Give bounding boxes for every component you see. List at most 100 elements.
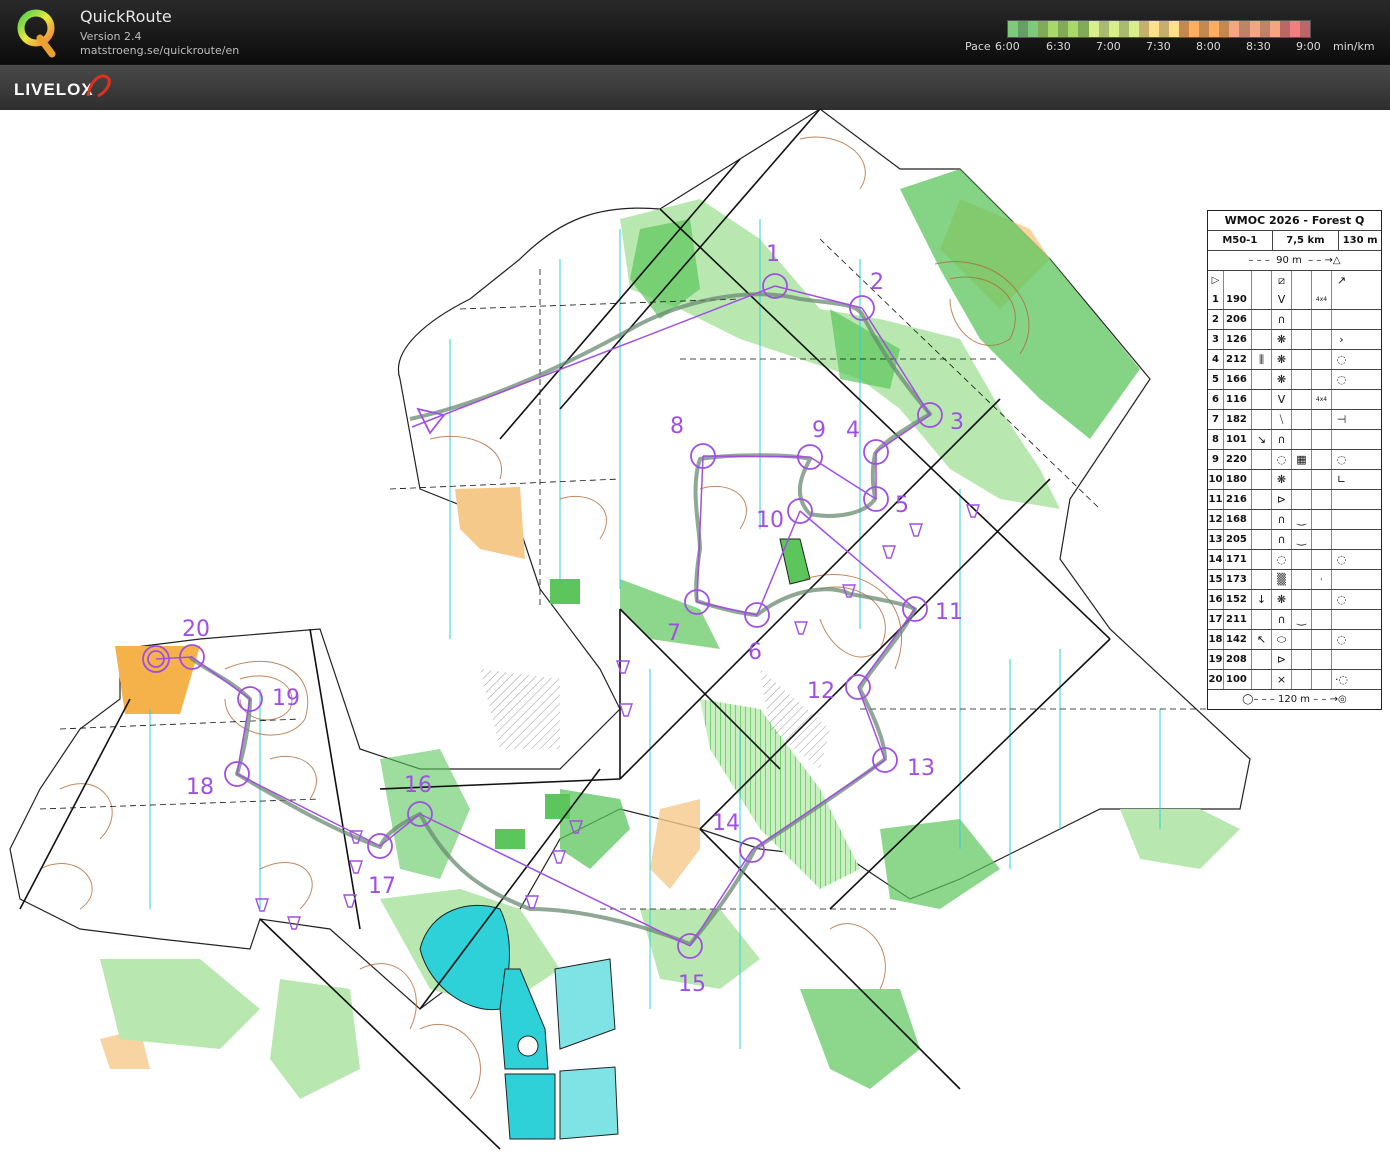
control-number: 5 <box>1212 374 1219 385</box>
orienteering-map[interactable]: 1 2 3 4 5 6 7 8 9 10 11 12 13 14 15 16 1… <box>0 109 1390 1164</box>
control-label-12: 12 <box>807 679 835 704</box>
control-description-row: 8 101 ↘ ∩ <box>1208 429 1381 449</box>
location-icon: ◌ <box>1331 550 1351 569</box>
pace-color-cell <box>1229 21 1240 37</box>
control-description-row: 10 180 ❋ ∟ <box>1208 469 1381 489</box>
control-label-5: 5 <box>895 493 909 518</box>
dimension <box>1311 450 1331 469</box>
appearance-icon <box>1291 470 1311 489</box>
which-feature <box>1251 290 1271 309</box>
livelox-bar <box>0 64 1390 110</box>
finish-circle-right-icon: – – →◎ <box>1310 694 1347 705</box>
control-label-8: 8 <box>670 414 684 439</box>
pace-color-cell <box>1249 21 1260 37</box>
pace-color-cell <box>1158 21 1169 37</box>
control-code: 101 <box>1223 430 1251 449</box>
feature-icon: V <box>1271 390 1291 409</box>
which-feature <box>1251 570 1271 589</box>
feature-icon: ⧹ <box>1271 410 1291 429</box>
appearance-icon: ‿ <box>1291 530 1311 549</box>
pace-color-cell <box>1239 21 1250 37</box>
control-label-10: 10 <box>756 508 784 533</box>
feature-icon: V <box>1271 290 1291 309</box>
feature-icon: ❋ <box>1271 330 1291 349</box>
location-icon: ◌ <box>1331 590 1351 609</box>
dimension <box>1311 310 1331 329</box>
appearance-icon <box>1291 590 1311 609</box>
pace-color-cell <box>1209 21 1220 37</box>
feature-icon: ◌ <box>1271 450 1291 469</box>
pace-color-cell <box>1299 21 1310 37</box>
location-icon <box>1331 490 1351 509</box>
dimension <box>1311 350 1331 369</box>
control-label-2: 2 <box>870 270 884 295</box>
pace-color-cell <box>1048 21 1059 37</box>
control-code: 142 <box>1223 630 1251 649</box>
pace-color-cell <box>1108 21 1119 37</box>
start-marking-distance: 90 m <box>1276 255 1302 266</box>
dimension: 4x4 <box>1311 290 1331 309</box>
pace-color-cell <box>1118 21 1129 37</box>
start-direction-icon: ↗ <box>1331 271 1351 290</box>
which-feature <box>1251 450 1271 469</box>
control-description-row: 7 182 ⧹ ⊣ <box>1208 409 1381 429</box>
control-code: 216 <box>1223 490 1251 509</box>
location-icon <box>1331 510 1351 529</box>
feature-icon: ⬭ <box>1271 630 1291 649</box>
appearance-icon <box>1291 290 1311 309</box>
appearance-icon <box>1291 570 1311 589</box>
control-description-row: 17 211 ∩ ‿ <box>1208 609 1381 629</box>
dimension: 4x4 <box>1311 390 1331 409</box>
dimension <box>1311 550 1331 569</box>
livelox-swoosh-icon <box>86 74 111 98</box>
location-icon: ◌ <box>1331 450 1351 469</box>
start-row: ▷ ⧄ ↗ <box>1208 270 1381 290</box>
dash-left-icon: – – – <box>1248 255 1277 266</box>
dimension <box>1311 610 1331 629</box>
control-description-row: 12 168 ∩ ‿ <box>1208 509 1381 529</box>
control-code: 171 <box>1223 550 1251 569</box>
location-icon <box>1331 430 1351 449</box>
location-icon: › <box>1331 330 1351 349</box>
feature-icon: ∩ <box>1271 510 1291 529</box>
control-description-row: 2 206 ∩ <box>1208 309 1381 329</box>
pace-color-cell <box>1068 21 1079 37</box>
pace-color-cell <box>1269 21 1280 37</box>
appearance-icon <box>1291 490 1311 509</box>
app-name: QuickRoute <box>80 7 172 26</box>
control-code: 220 <box>1223 450 1251 469</box>
control-label-7: 7 <box>667 621 681 646</box>
start-feature-icon: ⧄ <box>1271 271 1291 290</box>
livelox-logo[interactable]: LIVELOX <box>14 80 94 100</box>
location-icon <box>1331 570 1351 589</box>
control-description-row: 1 190 V 4x4 <box>1208 290 1381 309</box>
feature-icon: ⊳ <box>1271 650 1291 669</box>
course-class: M50-1 <box>1222 235 1258 246</box>
pace-color-cell <box>1289 21 1300 37</box>
location-icon <box>1331 290 1351 309</box>
pace-color-cell <box>1038 21 1049 37</box>
location-icon: ◌ <box>1331 350 1351 369</box>
appearance-icon <box>1291 430 1311 449</box>
dimension <box>1311 430 1331 449</box>
control-description-row: 13 205 ∩ ‿ <box>1208 529 1381 549</box>
appearance-icon <box>1291 410 1311 429</box>
feature-icon: ▒ <box>1271 570 1291 589</box>
control-code: 206 <box>1223 310 1251 329</box>
control-label-17: 17 <box>368 874 396 899</box>
location-icon <box>1331 650 1351 669</box>
appearance-icon <box>1291 330 1311 349</box>
control-number: 12 <box>1208 514 1223 525</box>
control-description-row: 19 208 ⊳ <box>1208 649 1381 669</box>
pace-label: 8:00 <box>1196 40 1221 53</box>
control-number: 8 <box>1212 434 1219 445</box>
pace-color-cell <box>1279 21 1290 37</box>
appearance-icon: ‿ <box>1291 610 1311 629</box>
which-feature <box>1251 370 1271 389</box>
pace-color-cell <box>1018 21 1029 37</box>
control-code: 100 <box>1223 670 1251 689</box>
dimension <box>1311 590 1331 609</box>
control-code: 190 <box>1223 290 1251 309</box>
dash-right-triangle-icon: – – →△ <box>1301 255 1341 266</box>
appearance-icon <box>1291 630 1311 649</box>
